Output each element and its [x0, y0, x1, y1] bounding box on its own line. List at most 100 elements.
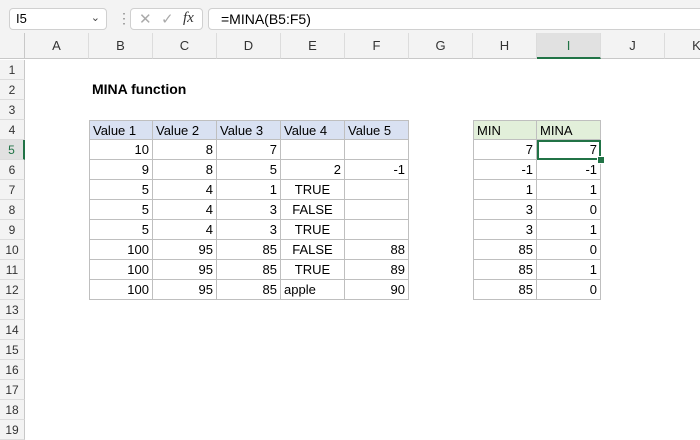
table-cell[interactable]: 85	[217, 260, 281, 280]
column-header-b[interactable]: B	[89, 33, 153, 59]
min-result-cell[interactable]: 85	[473, 280, 537, 300]
table-header[interactable]: Value 1	[89, 120, 153, 140]
name-box[interactable]: I5 ⌄	[9, 8, 107, 30]
insert-function-icon[interactable]: fx	[183, 10, 194, 27]
min-result-cell[interactable]: 85	[473, 240, 537, 260]
table-cell[interactable]	[345, 180, 409, 200]
table-cell[interactable]: 1	[217, 180, 281, 200]
table-cell[interactable]: TRUE	[281, 180, 345, 200]
row-header-5[interactable]: 5	[0, 140, 25, 160]
table-cell[interactable]: 100	[89, 280, 153, 300]
row-header-11[interactable]: 11	[0, 260, 25, 280]
table-cell[interactable]: -1	[345, 160, 409, 180]
row-header-2[interactable]: 2	[0, 80, 25, 100]
row-header-9[interactable]: 9	[0, 220, 25, 240]
table-cell[interactable]: 89	[345, 260, 409, 280]
min-result-cell[interactable]: 85	[473, 260, 537, 280]
table-cell[interactable]: 4	[153, 180, 217, 200]
mina-result-cell[interactable]: 0	[537, 240, 601, 260]
table-cell[interactable]: TRUE	[281, 220, 345, 240]
table-cell[interactable]: 3	[217, 200, 281, 220]
table-cell[interactable]: 95	[153, 240, 217, 260]
formula-input[interactable]: =MINA(B5:F5)	[208, 8, 700, 30]
column-header-h[interactable]: H	[473, 33, 537, 59]
table-cell[interactable]: 10	[89, 140, 153, 160]
row-header-19[interactable]: 19	[0, 420, 25, 440]
table-cell[interactable]: 85	[217, 280, 281, 300]
table-cell[interactable]	[281, 140, 345, 160]
table-cell[interactable]: 90	[345, 280, 409, 300]
table-header[interactable]: Value 5	[345, 120, 409, 140]
table-cell[interactable]	[345, 140, 409, 160]
column-header-g[interactable]: G	[409, 33, 473, 59]
table-cell[interactable]: 5	[89, 180, 153, 200]
table-cell[interactable]: 8	[153, 140, 217, 160]
table-cell[interactable]: 100	[89, 260, 153, 280]
table-cell[interactable]	[345, 200, 409, 220]
table-cell[interactable]: 5	[89, 200, 153, 220]
row-header-18[interactable]: 18	[0, 400, 25, 420]
table-cell[interactable]: 3	[217, 220, 281, 240]
column-header-i[interactable]: I	[537, 33, 601, 59]
column-header-d[interactable]: D	[217, 33, 281, 59]
table-header[interactable]: Value 4	[281, 120, 345, 140]
table-cell[interactable]: 85	[217, 240, 281, 260]
table-cell[interactable]	[345, 220, 409, 240]
select-all-button[interactable]	[0, 33, 25, 59]
table-cell[interactable]: 5	[89, 220, 153, 240]
row-header-3[interactable]: 3	[0, 100, 25, 120]
column-header-c[interactable]: C	[153, 33, 217, 59]
row-header-6[interactable]: 6	[0, 160, 25, 180]
row-header-15[interactable]: 15	[0, 340, 25, 360]
mina-result-cell[interactable]: -1	[537, 160, 601, 180]
mina-result-cell[interactable]: 0	[537, 200, 601, 220]
row-header-12[interactable]: 12	[0, 280, 25, 300]
table-cell[interactable]: 4	[153, 220, 217, 240]
row-header-8[interactable]: 8	[0, 200, 25, 220]
fill-handle[interactable]	[597, 156, 605, 164]
table-cell[interactable]: 95	[153, 260, 217, 280]
table-cell[interactable]: 95	[153, 280, 217, 300]
table-cell[interactable]: 5	[217, 160, 281, 180]
mina-result-cell[interactable]: 1	[537, 260, 601, 280]
more-options-icon[interactable]: ⋮	[117, 10, 131, 27]
column-header-a[interactable]: A	[25, 33, 89, 59]
table-header[interactable]: Value 3	[217, 120, 281, 140]
table-cell[interactable]: 2	[281, 160, 345, 180]
table-cell[interactable]: TRUE	[281, 260, 345, 280]
row-header-10[interactable]: 10	[0, 240, 25, 260]
min-result-cell[interactable]: 3	[473, 200, 537, 220]
min-result-cell[interactable]: 7	[473, 140, 537, 160]
mina-result-cell[interactable]: 7	[537, 140, 601, 160]
results-header[interactable]: MINA	[537, 120, 601, 140]
min-result-cell[interactable]: -1	[473, 160, 537, 180]
table-cell[interactable]: FALSE	[281, 240, 345, 260]
table-cell[interactable]: FALSE	[281, 200, 345, 220]
table-header[interactable]: Value 2	[153, 120, 217, 140]
column-header-f[interactable]: F	[345, 33, 409, 59]
table-cell[interactable]: 8	[153, 160, 217, 180]
table-cell[interactable]: 100	[89, 240, 153, 260]
table-cell[interactable]: apple	[281, 280, 345, 300]
row-header-17[interactable]: 17	[0, 380, 25, 400]
row-header-1[interactable]: 1	[0, 60, 25, 80]
table-cell[interactable]: 4	[153, 200, 217, 220]
column-header-e[interactable]: E	[281, 33, 345, 59]
mina-result-cell[interactable]: 1	[537, 180, 601, 200]
row-header-4[interactable]: 4	[0, 120, 25, 140]
mina-result-cell[interactable]: 1	[537, 220, 601, 240]
cancel-icon[interactable]: ✕	[139, 10, 152, 28]
min-result-cell[interactable]: 1	[473, 180, 537, 200]
row-header-7[interactable]: 7	[0, 180, 25, 200]
enter-icon[interactable]: ✓	[161, 10, 174, 28]
column-header-j[interactable]: J	[601, 33, 665, 59]
row-header-13[interactable]: 13	[0, 300, 25, 320]
sheet-title[interactable]: MINA function	[89, 80, 289, 100]
mina-result-cell[interactable]: 0	[537, 280, 601, 300]
column-header-k[interactable]: K	[665, 33, 700, 59]
min-result-cell[interactable]: 3	[473, 220, 537, 240]
table-cell[interactable]: 9	[89, 160, 153, 180]
table-cell[interactable]: 7	[217, 140, 281, 160]
chevron-down-icon[interactable]: ⌄	[91, 11, 100, 24]
results-header[interactable]: MIN	[473, 120, 537, 140]
